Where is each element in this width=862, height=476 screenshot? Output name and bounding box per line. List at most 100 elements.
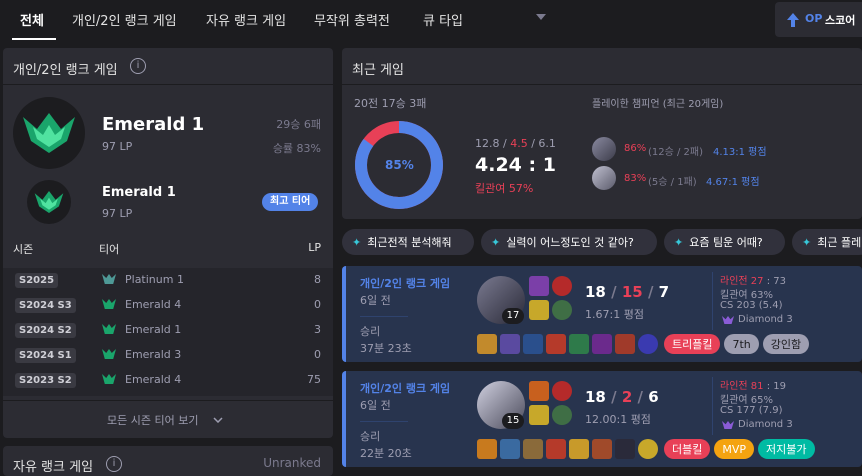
ranked-solo-card: 개인/2인 랭크 게임 i Emerald 1 97 LP 29승 6패 승률 … <box>3 48 333 438</box>
emerald-emblem-icon <box>13 97 85 169</box>
laning-score: 라인전 81 : 19 <box>720 377 786 392</box>
match-cs: CS 177 (7.9) <box>720 405 783 416</box>
lp-col-header: LP <box>308 241 321 254</box>
kda-breakdown: 12.8 / 4.5 / 6.1 <box>475 137 556 150</box>
spell-icon[interactable] <box>529 405 549 425</box>
emerald-emblem-small-icon <box>27 180 71 224</box>
champion-record: (5승 / 1패) <box>648 177 697 188</box>
info-icon[interactable]: i <box>130 58 146 74</box>
item-build <box>477 439 658 459</box>
match-time-ago: 6일 전 <box>360 294 391 307</box>
tab-ranked-flex[interactable]: 자유 랭크 게임 <box>206 10 286 29</box>
trinket-icon[interactable] <box>638 439 658 459</box>
win-indicator <box>342 371 346 467</box>
item-icon[interactable] <box>500 334 520 354</box>
op-score-button[interactable]: OP 스코어 <box>775 2 862 37</box>
queue-tab-bar: 전체 개인/2인 랭크 게임 자유 랭크 게임 무작위 총력전 큐 타입 OP … <box>0 0 862 41</box>
match-avg-tier: Diamond 3 <box>738 314 793 325</box>
recent-summary: 20전 17승 3패 <box>354 97 427 110</box>
tab-aram[interactable]: 무작위 총력전 <box>314 10 390 29</box>
item-icon[interactable] <box>592 439 612 459</box>
ranked-solo-title: 개인/2인 랭크 게임 <box>13 63 118 78</box>
emerald-emblem-icon <box>102 299 116 309</box>
item-icon[interactable] <box>592 334 612 354</box>
divider <box>712 272 713 330</box>
champion-kda: 4.13:1 평점 <box>713 147 767 158</box>
divider <box>342 84 862 85</box>
match-kills: 18 <box>585 283 606 301</box>
season-chip: S2023 S2 <box>15 373 76 388</box>
item-icon[interactable] <box>615 439 635 459</box>
emerald-emblem-icon <box>102 349 116 359</box>
match-row[interactable]: 개인/2인 랭크 게임 6일 전 승리 37분 23초 17 18 / 15 /… <box>342 266 862 362</box>
arrow-up-icon <box>787 13 799 27</box>
recent-games-card: 최근 게임 20전 17승 3패 85% 12.8 / 4.5 / 6.1 4.… <box>342 48 862 219</box>
tab-all[interactable]: 전체 <box>20 10 44 29</box>
spell-icon[interactable] <box>529 381 549 401</box>
trinket-icon[interactable] <box>638 334 658 354</box>
season-col-header: 시즌 <box>13 243 34 256</box>
item-icon[interactable] <box>569 439 589 459</box>
ai-question-label: 실력이 어느정도인 것 같아? <box>506 236 634 249</box>
platinum-emblem-icon <box>102 274 116 284</box>
ranked-flex-status: Unranked <box>263 456 321 470</box>
season-chip: S2024 S3 <box>15 298 76 313</box>
item-icon[interactable] <box>546 334 566 354</box>
keystone-rune-icon[interactable] <box>552 381 572 401</box>
secondary-rune-icon[interactable] <box>552 300 572 320</box>
item-icon[interactable] <box>523 334 543 354</box>
ai-question-label: 요즘 팀운 어때? <box>689 236 763 249</box>
item-icon[interactable] <box>500 439 520 459</box>
match-result: 승리 <box>360 430 381 443</box>
match-row[interactable]: 개인/2인 랭크 게임 6일 전 승리 22분 20초 15 18 / 2 / … <box>342 371 862 467</box>
win-indicator <box>342 266 346 362</box>
op-label: OP <box>805 12 823 25</box>
kill-participation: 킬관여 57% <box>475 182 534 195</box>
item-icon[interactable] <box>477 334 497 354</box>
season-tier: Emerald 3 <box>125 348 182 361</box>
tab-ranked-solo[interactable]: 개인/2인 랭크 게임 <box>72 10 177 29</box>
item-icon[interactable] <box>569 334 589 354</box>
sparkle-icon: ✦ <box>491 235 501 249</box>
item-icon[interactable] <box>546 439 566 459</box>
emerald-emblem-icon <box>102 324 116 334</box>
divider <box>712 377 713 435</box>
spell-icon[interactable] <box>529 276 549 296</box>
match-tag: 저지불가 <box>758 439 815 459</box>
item-icon[interactable] <box>615 334 635 354</box>
season-tier: Emerald 4 <box>125 298 182 311</box>
champion-avatar[interactable] <box>592 137 616 161</box>
ai-question-pill[interactable]: ✦ 실력이 어느정도인 것 같아? <box>481 229 657 255</box>
ai-question-pill[interactable]: ✦ 최근전적 분석해줘 <box>342 229 474 255</box>
season-lp: 75 <box>307 373 321 386</box>
ai-question-label: 최근 플레 <box>817 236 862 249</box>
match-tags: 더블킬 MVP 저지불가 <box>664 439 815 459</box>
season-chip: S2024 S1 <box>15 348 76 363</box>
spell-icon[interactable] <box>529 300 549 320</box>
champion-level: 15 <box>502 413 524 429</box>
match-tag: 트리플킬 <box>664 334 721 354</box>
item-icon[interactable] <box>477 439 497 459</box>
all-seasons-label: 모든 시즌 티어 보기 <box>107 414 199 427</box>
match-kda: 18 / 15 / 7 <box>585 283 670 301</box>
avg-kills: 12.8 <box>475 137 500 150</box>
match-kda-ratio: 12.00:1 평점 <box>585 413 651 426</box>
table-row: S2025 Platinum 1 8 <box>3 268 333 293</box>
item-icon[interactable] <box>523 439 543 459</box>
current-winrate: 승률 83% <box>272 142 321 155</box>
secondary-rune-icon[interactable] <box>552 405 572 425</box>
tab-queue-type[interactable]: 큐 타입 <box>423 10 463 29</box>
current-tier: Emerald 1 <box>102 114 205 135</box>
all-seasons-button[interactable]: 모든 시즌 티어 보기 <box>3 401 333 438</box>
ai-question-pill[interactable]: ✦ 최근 플레 <box>792 229 862 255</box>
info-icon[interactable]: i <box>106 456 122 472</box>
queue-dropdown-chevron-icon[interactable] <box>536 14 546 20</box>
champion-avatar[interactable] <box>592 166 616 190</box>
table-row: S2023 S2 Emerald 4 75 <box>3 368 333 393</box>
match-deaths: 2 <box>621 388 633 406</box>
ai-question-pill[interactable]: ✦ 요즘 팀운 어때? <box>664 229 785 255</box>
peak-tier-badge: 최고 티어 <box>262 193 319 211</box>
divider <box>3 84 333 85</box>
keystone-rune-icon[interactable] <box>552 276 572 296</box>
match-time-ago: 6일 전 <box>360 399 391 412</box>
